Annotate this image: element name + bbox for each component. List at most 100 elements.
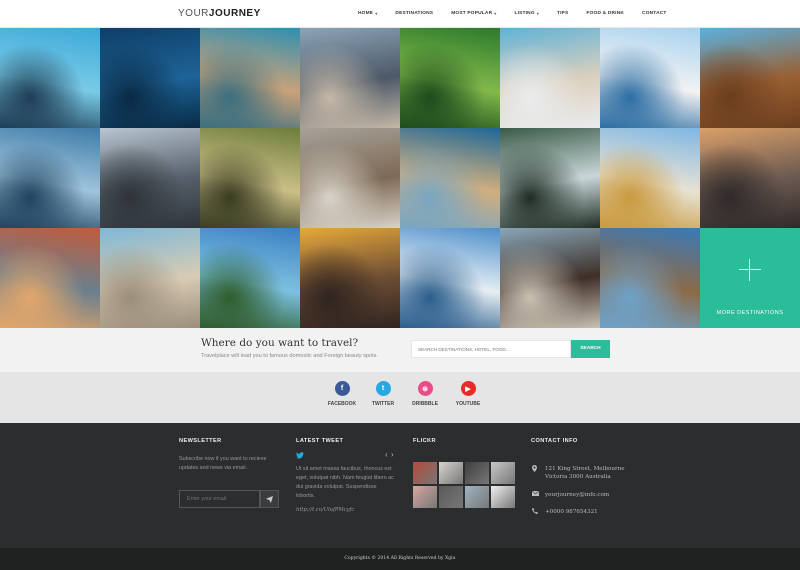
contact-email: yourjourney@info.com: [531, 490, 609, 499]
swimmer-ocean-photo[interactable]: [100, 28, 200, 128]
social-label: FACEBOOK: [327, 401, 357, 407]
coastline-aerial-photo[interactable]: [400, 128, 500, 228]
nav-item-home[interactable]: HOME ▾: [358, 11, 377, 16]
nav-item-contact[interactable]: CONTACT: [642, 11, 667, 16]
site-logo[interactable]: YOURJOURNEY: [178, 8, 261, 19]
social-twitter-link[interactable]: t TWITTER: [363, 381, 403, 407]
send-icon: [266, 490, 273, 508]
city-street-photo[interactable]: [100, 128, 200, 228]
nav-item-label: DESTINATIONS: [395, 11, 434, 16]
nav-item-label: CONTACT: [642, 11, 667, 16]
logo-light-text: YOUR: [178, 8, 209, 19]
phone-icon: [532, 508, 540, 516]
overwater-bungalow-photo[interactable]: [0, 28, 100, 128]
copyright-text: Copyrights © 2014 All Rights Reserved by…: [344, 556, 456, 561]
nav-item-label: MOST POPULAR: [451, 11, 493, 16]
contact-phone-text: +0000 987654321: [545, 509, 598, 515]
dribbble-icon: ⊛: [417, 381, 433, 396]
twitter-icon: t: [375, 381, 391, 396]
search-button[interactable]: SEARCH: [571, 340, 610, 358]
nav-item-label: HOME: [358, 11, 374, 16]
city-skyline-photo[interactable]: [300, 28, 400, 128]
tweet-heading: LATEST TWEET: [296, 438, 344, 444]
couple-beach-photo[interactable]: [100, 228, 200, 328]
tweet-prev-arrow[interactable]: ‹: [385, 450, 388, 459]
flickr-thumbnail[interactable]: [413, 462, 437, 484]
social-youtube-link[interactable]: ▶ YOUTUBE: [448, 381, 488, 407]
wooden-deck-sea-photo[interactable]: [700, 28, 800, 128]
newsletter-text: Subscribe now if you want to recieve upd…: [179, 456, 267, 471]
search-title: Where do you want to travel?: [201, 337, 359, 349]
site-header: YOURJOURNEY HOME ▾ DESTINATIONS MOST POPULA…: [0, 0, 800, 28]
boardwalk-railing-photo[interactable]: [600, 28, 700, 128]
social-facebook-link[interactable]: f FACEBOOK: [322, 381, 362, 407]
rice-terraces-photo[interactable]: [400, 28, 500, 128]
address-line-2: Victoria 3000 Australia: [545, 474, 611, 480]
newsletter-email-input[interactable]: [179, 490, 260, 508]
flickr-thumbnail[interactable]: [465, 462, 489, 484]
yellow-taxi-photo[interactable]: [300, 228, 400, 328]
flickr-thumbnail[interactable]: [439, 462, 463, 484]
skyline-sunset-photo[interactable]: [700, 128, 800, 228]
flickr-thumbnail[interactable]: [465, 486, 489, 508]
site-footer: NEWSLETTER Subscribe now if you want to …: [0, 423, 800, 548]
twitter-bird-icon: [296, 452, 304, 461]
contact-phone: +0000 987654321: [532, 508, 598, 516]
beach-pier-photo[interactable]: [500, 28, 600, 128]
harbor-boats-photo[interactable]: [200, 28, 300, 128]
nav-item-tips[interactable]: TIPS: [557, 11, 568, 16]
flickr-heading: FLICKR: [413, 438, 436, 444]
contact-email-text[interactable]: yourjourney@info.com: [545, 491, 609, 499]
contact-heading: CONTACT INFO: [531, 438, 578, 444]
cliff-village-photo[interactable]: [0, 228, 100, 328]
newsletter-column: NEWSLETTER Subscribe now if you want to …: [179, 438, 289, 473]
nav-item-food-drink[interactable]: FOOD & DRINK: [586, 11, 624, 16]
map-marker-icon: [532, 465, 540, 474]
newsletter-submit-button[interactable]: [260, 490, 279, 508]
flickr-thumbnail[interactable]: [491, 462, 515, 484]
facebook-icon: f: [334, 381, 350, 396]
temple-photo[interactable]: [600, 128, 700, 228]
nav-item-label: TIPS: [557, 11, 569, 16]
nav-item-label: FOOD & DRINK: [586, 11, 625, 16]
flickr-thumbnail[interactable]: [413, 486, 437, 508]
sand-dunes-photo[interactable]: [300, 128, 400, 228]
greek-island-photo[interactable]: [400, 228, 500, 328]
flickr-thumbnail[interactable]: [491, 486, 515, 508]
fishing-rod-sea-photo[interactable]: [0, 128, 100, 228]
traveler-suitcase-photo[interactable]: [200, 128, 300, 228]
tweet-text: Ut sit amet massa faucibus, rhoncus est …: [296, 466, 394, 499]
more-destinations-tile[interactable]: MORE DESTINATIONS: [700, 228, 800, 328]
social-dribbble-link[interactable]: ⊛ DRIBBBLE: [405, 381, 445, 407]
tweet-link[interactable]: http://t.co/UlufPMcyfc: [296, 506, 400, 515]
search-section: Where do you want to travel? Travelplace…: [0, 328, 800, 372]
search-input[interactable]: [411, 340, 571, 358]
contact-column: CONTACT INFO: [531, 438, 651, 444]
nav-item-destinations[interactable]: DESTINATIONS: [395, 11, 433, 16]
plus-icon: [739, 259, 761, 281]
more-destinations-label: MORE DESTINATIONS: [716, 310, 784, 316]
chevron-down-icon: ▾: [536, 11, 539, 16]
newsletter-heading: NEWSLETTER: [179, 438, 222, 444]
nav-item-most-popular[interactable]: MOST POPULAR ▾: [451, 11, 496, 16]
flickr-column: FLICKR: [413, 438, 517, 444]
dead-trees-photo[interactable]: [500, 228, 600, 328]
palm-tree-beach-photo[interactable]: [200, 228, 300, 328]
copyright-bar: Copyrights © 2014 All Rights Reserved by…: [0, 548, 800, 570]
pine-forest-photo[interactable]: [500, 128, 600, 228]
chevron-down-icon: ▾: [494, 11, 497, 16]
address-line-1: 121 King Street, Melbourne: [545, 466, 625, 472]
social-label: DRIBBBLE: [412, 401, 438, 407]
envelope-icon: [531, 490, 540, 498]
chevron-down-icon: ▾: [375, 11, 378, 16]
flickr-thumbnail[interactable]: [439, 486, 463, 508]
search-subtitle: Travelplace will lead you to famous dome…: [201, 353, 379, 359]
social-label: YOUTUBE: [455, 401, 481, 407]
nav-item-label: LISTING: [514, 11, 535, 16]
social-label: TWITTER: [371, 401, 395, 407]
tweet-next-arrow[interactable]: ›: [391, 450, 394, 459]
river-tower-photo[interactable]: [600, 228, 700, 328]
main-nav: HOME ▾ DESTINATIONS MOST POPULAR ▾ LISTING ▾ TI…: [358, 11, 685, 16]
youtube-icon: ▶: [460, 381, 476, 396]
nav-item-listing[interactable]: LISTING ▾: [514, 11, 539, 16]
